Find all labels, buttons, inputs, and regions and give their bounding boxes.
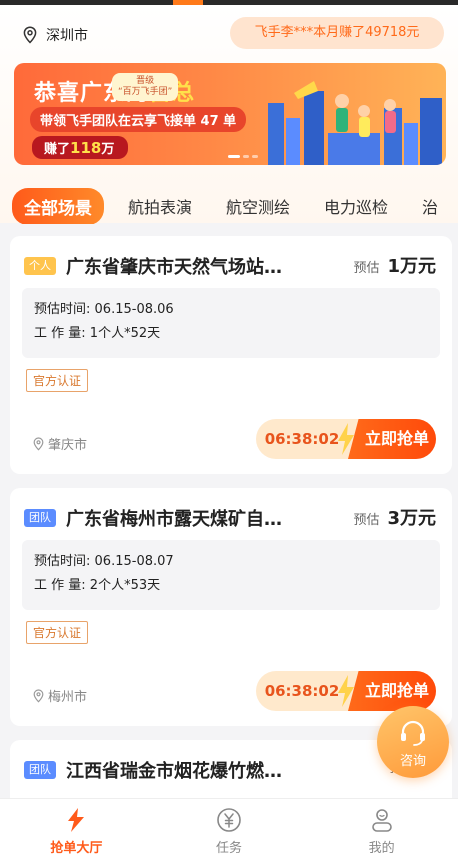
nav-grab-hall[interactable]: 抢单大厅 [0, 799, 153, 863]
official-certification-badge: 官方认证 [26, 621, 89, 644]
tab-all-scenes[interactable]: 全部场景 [12, 188, 104, 224]
order-info: 预估时间: 06.15-08.06 工 作 量: 1个人*52天 [22, 288, 440, 358]
lightning-icon [338, 423, 354, 455]
location-pin-icon [23, 26, 37, 44]
banner-earned-unit: 万 [101, 142, 115, 157]
nav-profile[interactable]: 我的 [305, 799, 458, 863]
workload-value: 2个人*53天 [89, 578, 161, 593]
grab-order-control[interactable]: 06:38:02 立即抢单 [256, 419, 436, 459]
order-time-row: 预估时间: 06.15-08.06 [34, 298, 428, 322]
banner-dot [243, 155, 249, 158]
profile-icon [371, 809, 392, 832]
nav-label: 我的 [368, 841, 395, 856]
location-selector[interactable]: 深圳市 [22, 25, 88, 45]
order-title: 广东省梅州市露天煤矿自… [66, 509, 282, 530]
order-card[interactable]: 团队 广东省梅州市露天煤矿自… 预估 3万元 预估时间: 06.15-08.07… [10, 488, 452, 726]
banner-city-illustration [268, 81, 442, 165]
order-estimate: 预估 1万元 [353, 252, 436, 278]
order-city: 梅州市 [32, 686, 87, 705]
order-title: 广东省肇庆市天然气场站… [66, 257, 282, 278]
time-value: 06.15-08.06 [94, 302, 174, 317]
header: 深圳市 飞手李***本月赚了49718元 恭喜广东的雷总 带领飞手团队在云享飞接… [0, 5, 458, 224]
grab-order-button[interactable]: 立即抢单 [348, 419, 436, 459]
order-city-name: 肇庆市 [48, 438, 88, 453]
order-tag: 团队 [24, 509, 56, 527]
banner-badge-line1: 晋级 [136, 76, 155, 86]
order-city-name: 梅州市 [48, 690, 88, 705]
tab-aerial-mapping[interactable]: 航空测绘 [226, 194, 290, 218]
consult-button[interactable]: 咨询 [377, 706, 449, 778]
grab-order-button[interactable]: 立即抢单 [348, 671, 436, 711]
time-value: 06.15-08.07 [94, 554, 174, 569]
lightning-icon [68, 808, 85, 832]
consult-label: 咨询 [399, 754, 426, 769]
location-pin-icon [33, 436, 44, 451]
tab-overflow[interactable]: 治 [422, 194, 438, 218]
banner-badge: 晋级 “百万飞手团” [112, 73, 179, 101]
order-tag: 个人 [24, 257, 56, 275]
banner-earned: 赚了118万 [32, 136, 129, 159]
estimate-label: 预估 [353, 261, 380, 276]
banner-dot-active [228, 155, 240, 158]
banner-badge-line2: “百万飞手团” [118, 87, 173, 97]
order-tag: 团队 [24, 761, 56, 779]
estimate-value: 3万元 [387, 508, 436, 529]
workload-label: 工 作 量: [34, 326, 86, 341]
scene-tabs: 全部场景 航拍表演 航空测绘 电力巡检 治 [12, 188, 458, 224]
official-certification-badge: 官方认证 [26, 369, 89, 392]
bottom-nav: 抢单大厅 任务 我的 [0, 798, 458, 863]
order-workload-row: 工 作 量: 2个人*53天 [34, 574, 428, 598]
banner-pagination [228, 155, 258, 158]
tab-power-inspection[interactable]: 电力巡检 [324, 194, 388, 218]
order-title-row: 个人 广东省肇庆市天然气场站… [24, 253, 282, 279]
banner-earned-prefix: 赚了 [44, 142, 71, 157]
order-info: 预估时间: 06.15-08.07 工 作 量: 2个人*53天 [22, 540, 440, 610]
lightning-icon [338, 675, 354, 707]
countdown-timer: 06:38:02 [264, 682, 340, 700]
nav-label: 抢单大厅 [50, 841, 103, 856]
nav-label: 任务 [216, 841, 243, 856]
promo-banner[interactable]: 恭喜广东的雷总 带领飞手团队在云享飞接单 47 单 赚了118万 晋级 “百万飞… [14, 63, 446, 165]
time-label: 预估时间: [34, 554, 91, 569]
banner-dot [252, 155, 258, 158]
countdown-timer: 06:38:02 [264, 430, 340, 448]
order-estimate: 预估 3万元 [353, 504, 436, 530]
yen-coin-icon [217, 808, 241, 832]
order-title-row: 团队 江西省瑞金市烟花爆竹燃… [24, 757, 282, 783]
workload-value: 1个人*52天 [89, 326, 161, 341]
order-title-row: 团队 广东省梅州市露天煤矿自… [24, 505, 282, 531]
estimate-label: 预估 [353, 513, 380, 528]
banner-earned-amount: 118 [70, 139, 102, 157]
nav-tasks[interactable]: 任务 [153, 799, 306, 863]
location-pin-icon [33, 688, 44, 703]
banner-subtitle: 带领飞手团队在云享飞接单 47 单 [30, 107, 247, 132]
time-label: 预估时间: [34, 302, 91, 317]
order-time-row: 预估时间: 06.15-08.07 [34, 550, 428, 574]
order-city: 肇庆市 [32, 434, 87, 453]
estimate-value: 1万元 [387, 256, 436, 277]
location-city: 深圳市 [46, 28, 88, 44]
order-workload-row: 工 作 量: 1个人*52天 [34, 322, 428, 346]
earnings-ticker: 飞手李***本月赚了49718元 [230, 17, 444, 49]
order-card[interactable]: 个人 广东省肇庆市天然气场站… 预估 1万元 预估时间: 06.15-08.06… [10, 236, 452, 474]
workload-label: 工 作 量: [34, 578, 86, 593]
order-title: 江西省瑞金市烟花爆竹燃… [66, 761, 282, 782]
tab-aerial-show[interactable]: 航拍表演 [128, 194, 192, 218]
headset-icon [401, 720, 425, 746]
grab-order-control[interactable]: 06:38:02 立即抢单 [256, 671, 436, 711]
